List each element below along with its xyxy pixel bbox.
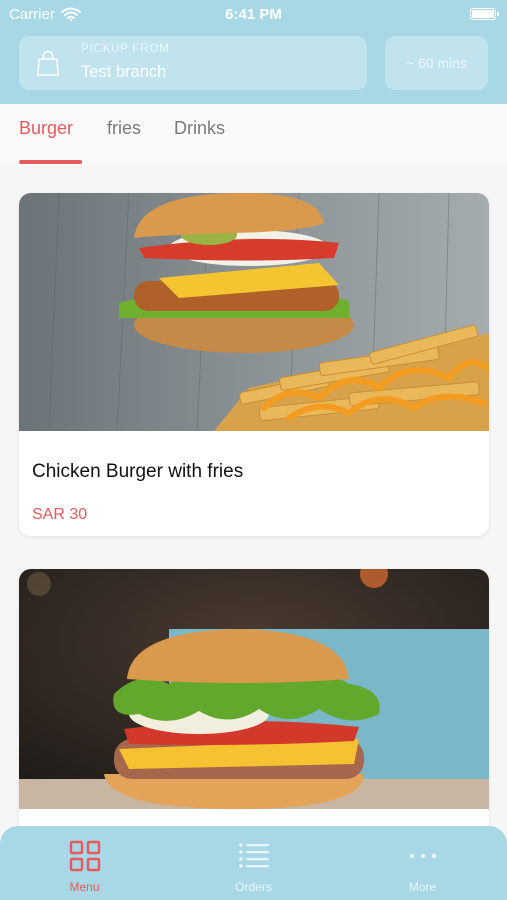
pickup-branch-selector[interactable]: PICKUP FROM Test branch — [19, 36, 367, 90]
branch-name: Test branch — [81, 63, 167, 81]
tab-burger[interactable]: Burger — [19, 118, 73, 139]
battery-icon — [470, 8, 499, 20]
product-image — [19, 569, 489, 809]
more-dots-icon — [409, 853, 437, 859]
active-tab-indicator — [19, 160, 82, 164]
tab-drinks[interactable]: Drinks — [174, 118, 225, 139]
nav-orders[interactable]: Orders — [169, 826, 338, 900]
shopping-bag-icon — [37, 50, 59, 76]
list-icon — [239, 843, 269, 868]
eta-badge[interactable]: ~ 60 mins — [385, 36, 488, 90]
tab-fries[interactable]: fries — [107, 118, 141, 139]
pickup-label: PICKUP FROM — [81, 43, 170, 55]
grid-icon — [69, 840, 101, 872]
header-bar: Carrier 6:41 PM PICKUP FROM Test branch … — [0, 0, 507, 104]
status-bar: Carrier 6:41 PM — [0, 0, 507, 30]
category-tabs: Burger fries Drinks — [0, 104, 507, 166]
bottom-tab-bar: Menu Orders More — [0, 826, 507, 900]
nav-menu[interactable]: Menu — [0, 826, 169, 900]
nav-orders-label: Orders — [235, 880, 272, 894]
product-image — [19, 193, 489, 431]
product-price: SAR 30 — [32, 506, 88, 523]
product-card[interactable]: Chicken Burger with fries SAR 30 — [19, 193, 489, 536]
nav-menu-label: Menu — [69, 880, 100, 894]
nav-more[interactable]: More — [338, 826, 507, 900]
clock: 6:41 PM — [225, 6, 282, 23]
product-name: Chicken Burger with fries — [32, 461, 244, 482]
nav-more-label: More — [408, 880, 437, 894]
